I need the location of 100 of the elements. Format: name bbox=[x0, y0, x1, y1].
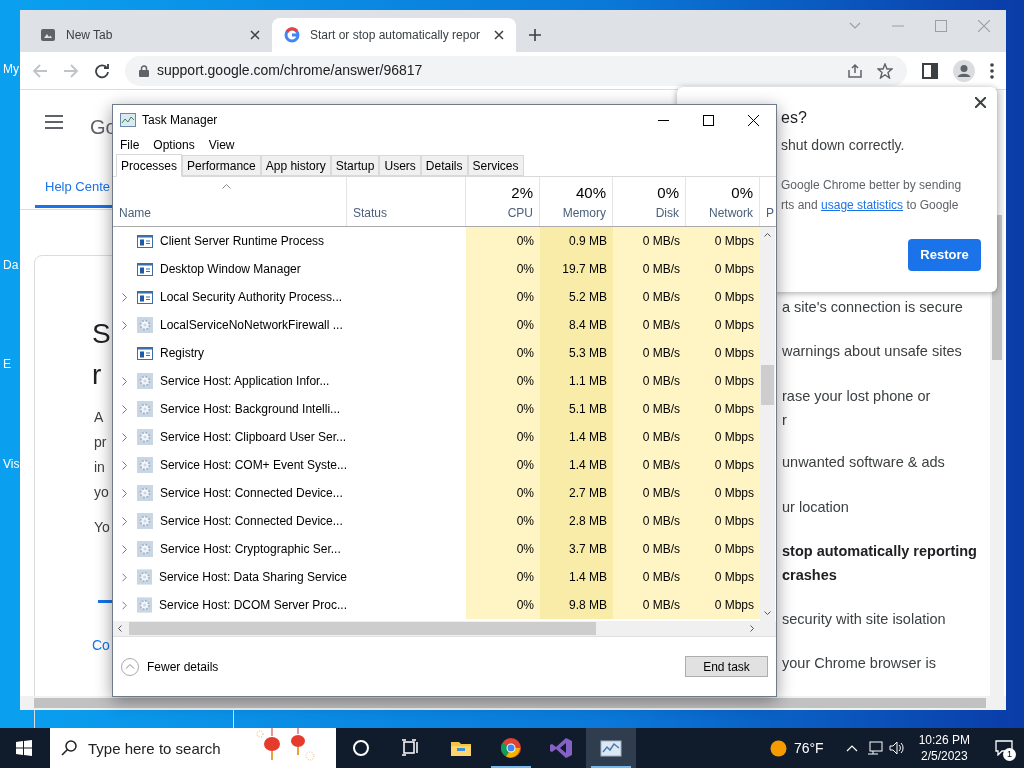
profile-icon[interactable] bbox=[953, 59, 975, 82]
chevron-right-icon[interactable] bbox=[122, 320, 127, 330]
chevron-right-icon[interactable] bbox=[122, 460, 127, 470]
process-row[interactable]: Service Host: Clipboard User Ser... 0% 1.4 MB 0 MB/s 0 Mbps bbox=[113, 423, 760, 451]
task-manager-tab[interactable]: Startup bbox=[330, 155, 380, 176]
scrollbar-thumb[interactable] bbox=[129, 622, 596, 635]
sort-ascending-icon[interactable] bbox=[222, 184, 231, 189]
temperature-text[interactable]: 76°F bbox=[793, 737, 824, 759]
close-icon[interactable] bbox=[250, 30, 260, 40]
table-cell: 1.1 MB bbox=[540, 367, 613, 395]
article-link[interactable]: stop automatically reporting crashes bbox=[782, 539, 987, 587]
taskbar-app[interactable] bbox=[586, 728, 636, 768]
scrollbar-thumb[interactable] bbox=[34, 698, 986, 708]
share-icon[interactable] bbox=[847, 62, 863, 79]
end-task-button[interactable]: End task bbox=[685, 656, 768, 677]
process-row[interactable]: Service Host: COM+ Event Syste... 0% 1.4 MB 0 MB/s 0 Mbps bbox=[113, 451, 760, 479]
horizontal-scrollbar[interactable] bbox=[113, 621, 776, 636]
vertical-scrollbar[interactable] bbox=[760, 227, 775, 621]
chevron-right-icon[interactable] bbox=[122, 432, 127, 442]
minimize-icon[interactable] bbox=[658, 119, 669, 121]
process-row[interactable]: LocalServiceNoNetworkFirewall ... 0% 8.4 MB 0 MB/s 0 Mbps bbox=[113, 311, 760, 339]
column-header[interactable]: CPU bbox=[507, 204, 533, 222]
windows-start-icon[interactable] bbox=[16, 740, 32, 756]
chevron-right-icon[interactable] bbox=[122, 404, 127, 414]
scroll-down-icon[interactable] bbox=[764, 611, 771, 615]
column-header[interactable]: Name bbox=[119, 204, 151, 222]
column-header[interactable]: P bbox=[766, 204, 774, 222]
process-row[interactable]: Desktop Window Manager 0% 19.7 MB 0 MB/s 0 Mbps bbox=[113, 255, 760, 283]
chevron-right-icon[interactable] bbox=[122, 376, 127, 386]
browser-tab[interactable]: Start or stop automatically repor bbox=[272, 18, 516, 52]
link-text[interactable]: Co bbox=[92, 635, 110, 656]
infinity-logo-icon bbox=[550, 737, 572, 759]
close-icon[interactable] bbox=[748, 114, 759, 126]
task-manager-tab[interactable]: Users bbox=[379, 155, 421, 176]
process-row[interactable]: Local Security Authority Process... 0% 5.2 MB 0 MB/s 0 Mbps bbox=[113, 283, 760, 311]
article-link[interactable]: ur location bbox=[782, 495, 987, 519]
horizontal-scrollbar[interactable] bbox=[20, 696, 1006, 710]
chevron-right-icon[interactable] bbox=[122, 516, 127, 526]
scroll-right-icon[interactable] bbox=[750, 625, 754, 632]
process-row[interactable]: Service Host: DCOM Server Proc... 0% 9.8 MB 0 MB/s 0 Mbps bbox=[113, 591, 760, 619]
chevron-right-icon[interactable] bbox=[122, 600, 127, 610]
scroll-up-icon[interactable] bbox=[764, 233, 771, 237]
help-center-link[interactable]: Help Cente bbox=[45, 177, 111, 197]
table-cell: 0 Mbps bbox=[686, 227, 760, 255]
plus-icon[interactable] bbox=[528, 28, 542, 42]
more-menu-icon[interactable] bbox=[990, 62, 994, 79]
article-link[interactable]: your Chrome browser is bbox=[782, 651, 987, 675]
column-header[interactable]: Disk bbox=[655, 204, 679, 222]
chevron-right-icon[interactable] bbox=[122, 544, 127, 554]
volume-icon[interactable] bbox=[888, 741, 905, 755]
article-link[interactable]: a site's connection is secure bbox=[782, 295, 987, 319]
menu-item[interactable]: File bbox=[120, 136, 140, 154]
close-icon[interactable] bbox=[975, 97, 986, 108]
article-link[interactable]: unwanted software & ads bbox=[782, 450, 987, 474]
article-link[interactable]: rase your lost phone or r bbox=[782, 384, 987, 432]
close-icon[interactable] bbox=[494, 30, 504, 40]
process-row[interactable]: Service Host: Connected Device... 0% 2.8 MB 0 MB/s 0 Mbps bbox=[113, 507, 760, 535]
fewer-details-link[interactable]: Fewer details bbox=[147, 657, 219, 676]
maximize-icon[interactable] bbox=[703, 114, 714, 126]
article-link[interactable]: security with site isolation bbox=[782, 607, 987, 631]
chevron-right-icon[interactable] bbox=[122, 488, 127, 498]
search-field[interactable]: Type here to search bbox=[50, 728, 336, 768]
address-bar[interactable]: support.google.com/chrome/answer/96817 bbox=[125, 55, 907, 86]
side-panel-icon[interactable] bbox=[922, 62, 938, 79]
task-manager-tab[interactable]: Processes bbox=[116, 154, 183, 177]
chevron-up-icon[interactable] bbox=[845, 744, 858, 752]
table-cell: 0 Mbps bbox=[686, 367, 760, 395]
task-manager-tab[interactable]: App history bbox=[260, 155, 331, 176]
column-header[interactable]: Status bbox=[353, 204, 388, 222]
menu-icon[interactable] bbox=[45, 115, 63, 129]
usage-statistics-link[interactable]: usage statistics bbox=[821, 198, 904, 212]
process-row[interactable]: Service Host: Application Infor... 0% 1.1 MB 0 MB/s 0 Mbps bbox=[113, 367, 760, 395]
menu-item[interactable]: View bbox=[208, 136, 235, 154]
process-row[interactable]: Service Host: Connected Device... 0% 2.7 MB 0 MB/s 0 Mbps bbox=[113, 479, 760, 507]
scroll-left-icon[interactable] bbox=[118, 625, 122, 632]
network-icon[interactable] bbox=[866, 741, 883, 755]
scrollbar-thumb[interactable] bbox=[761, 365, 774, 405]
menu-item[interactable]: Options bbox=[153, 136, 195, 154]
process-row[interactable]: Service Host: Data Sharing Service 0% 1.4 MB 0 MB/s 0 Mbps bbox=[113, 563, 760, 591]
notification-icon[interactable] bbox=[995, 740, 1013, 756]
chevron-right-icon[interactable] bbox=[122, 572, 127, 582]
process-row[interactable]: Service Host: Background Intelli... 0% 5.1 MB 0 MB/s 0 Mbps bbox=[113, 395, 760, 423]
article-link[interactable]: warnings about unsafe sites bbox=[782, 339, 987, 363]
process-row[interactable]: Registry 0% 5.3 MB 0 MB/s 0 Mbps bbox=[113, 339, 760, 367]
column-header[interactable]: Network bbox=[709, 204, 753, 222]
column-header[interactable]: Memory bbox=[562, 204, 606, 222]
task-manager-tab[interactable]: Performance bbox=[182, 155, 261, 176]
task-manager-tab[interactable]: Services bbox=[467, 155, 524, 176]
chevron-right-icon[interactable] bbox=[122, 292, 127, 302]
gear-icon bbox=[136, 569, 152, 585]
process-row[interactable]: Client Server Runtime Process 0% 0.9 MB 0 MB/s 0 Mbps bbox=[113, 227, 760, 255]
table-cell: 9.8 MB bbox=[540, 591, 613, 619]
reload-icon[interactable] bbox=[94, 62, 110, 79]
task-manager-tab[interactable]: Details bbox=[420, 155, 468, 176]
clock-time[interactable]: 10:26 PM bbox=[918, 732, 970, 748]
clock-date[interactable]: 2/5/2023 bbox=[920, 748, 968, 764]
process-row[interactable]: Service Host: Cryptographic Ser... 0% 3.7 MB 0 MB/s 0 Mbps bbox=[113, 535, 760, 563]
restore-button[interactable]: Restore bbox=[908, 239, 981, 271]
browser-tab[interactable]: New Tab bbox=[28, 18, 272, 52]
star-icon[interactable] bbox=[877, 62, 893, 79]
